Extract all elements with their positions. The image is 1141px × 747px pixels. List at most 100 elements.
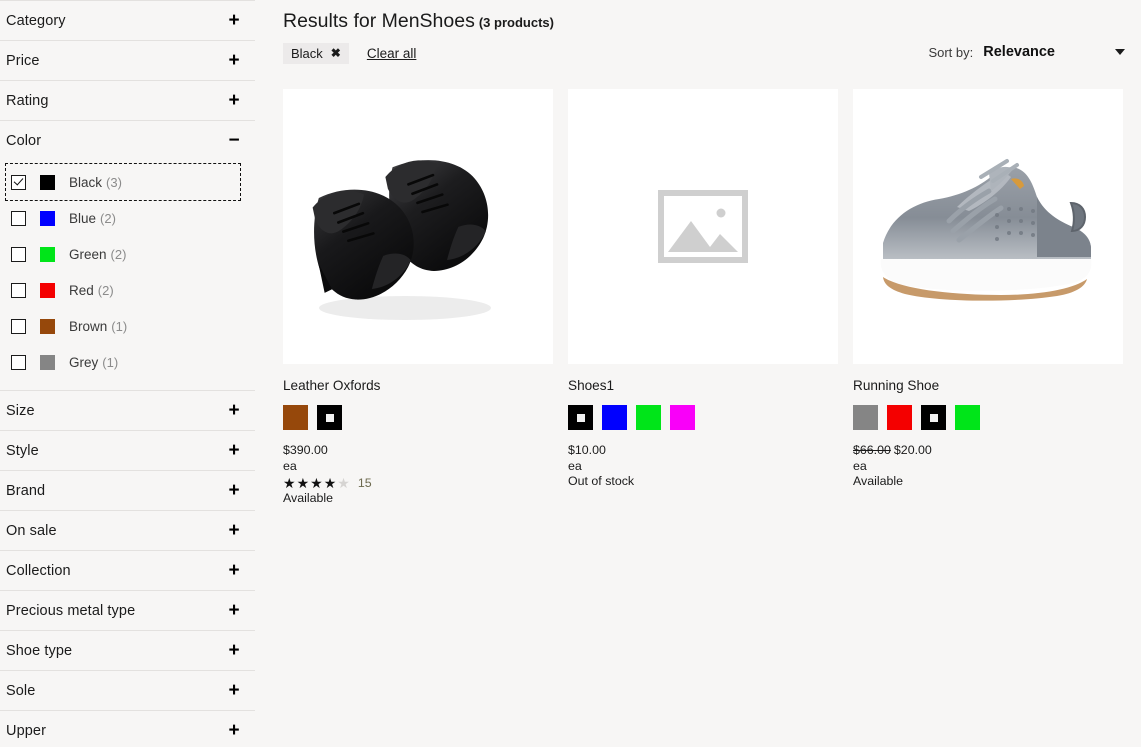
facet-header-on-sale[interactable]: On sale+ bbox=[6, 511, 243, 550]
product-price: $10.00 bbox=[568, 443, 838, 459]
facet-title: Style bbox=[6, 443, 39, 459]
checkbox-black[interactable] bbox=[11, 175, 26, 190]
product-current-price: $20.00 bbox=[894, 443, 932, 457]
checkbox-grey[interactable] bbox=[11, 355, 26, 370]
checkbox-brown[interactable] bbox=[11, 319, 26, 334]
facet-precious-metal-type: Precious metal type + bbox=[0, 590, 255, 630]
facet-title: Size bbox=[6, 403, 35, 419]
product-color-swatch[interactable] bbox=[853, 405, 878, 430]
checkbox-red[interactable] bbox=[11, 283, 26, 298]
expand-plus-icon[interactable]: + bbox=[225, 721, 243, 740]
expand-plus-icon[interactable]: + bbox=[225, 91, 243, 110]
facet-title: Rating bbox=[6, 93, 49, 109]
results-main: Results for MenShoes (3 products) Black✖ C… bbox=[255, 0, 1141, 747]
facet-header-sole[interactable]: Sole+ bbox=[6, 671, 243, 710]
expand-plus-icon[interactable]: + bbox=[225, 51, 243, 70]
product-color-swatches bbox=[283, 405, 553, 430]
page-title: Results for MenShoes bbox=[283, 10, 475, 33]
expand-plus-icon[interactable]: + bbox=[225, 521, 243, 540]
product-color-swatch[interactable] bbox=[955, 405, 980, 430]
facet-header-color[interactable]: Color − bbox=[6, 121, 243, 160]
color-option-count: (2) bbox=[111, 247, 127, 262]
facet-header-category[interactable]: Category+ bbox=[6, 1, 243, 40]
facet-color: Color − Black(3)Blue(2)Green(2) Red (2) Brown… bbox=[0, 120, 255, 390]
product-color-swatch[interactable] bbox=[636, 405, 661, 430]
star-filled-icon: ★ bbox=[310, 476, 323, 490]
product-card[interactable]: Leather Oxfords$390.00ea★★★★★15Available bbox=[283, 89, 553, 507]
expand-plus-icon[interactable]: + bbox=[225, 481, 243, 500]
facet-category: Category+ bbox=[0, 0, 255, 40]
expand-plus-icon[interactable]: + bbox=[225, 601, 243, 620]
product-image[interactable] bbox=[283, 89, 553, 364]
color-option-green[interactable]: Green(2) bbox=[6, 236, 243, 272]
expand-plus-icon[interactable]: + bbox=[225, 561, 243, 580]
facet-title: Price bbox=[6, 53, 40, 69]
product-title[interactable]: Running Shoe bbox=[853, 378, 1123, 393]
color-option-count: (2) bbox=[98, 283, 114, 298]
product-color-swatch[interactable] bbox=[568, 405, 593, 430]
product-image[interactable] bbox=[568, 89, 838, 364]
product-image[interactable] bbox=[853, 89, 1123, 364]
facet-size: Size + bbox=[0, 390, 255, 430]
sort-by-control[interactable]: Sort by: Relevance bbox=[928, 44, 1125, 60]
color-option-count: (1) bbox=[102, 355, 118, 370]
product-availability: Out of stock bbox=[568, 474, 838, 490]
collapse-minus-icon[interactable]: − bbox=[225, 131, 243, 150]
clear-all-link[interactable]: Clear all bbox=[367, 46, 417, 61]
color-option-brown[interactable]: Brown(1) bbox=[6, 308, 243, 344]
expand-plus-icon[interactable]: + bbox=[225, 641, 243, 660]
color-option-grey[interactable]: Grey(1) bbox=[6, 344, 243, 380]
facet-rating: Rating + bbox=[0, 80, 255, 120]
product-original-price: $66.00 bbox=[853, 443, 891, 457]
product-availability: Available bbox=[283, 491, 553, 507]
color-swatch-black bbox=[40, 175, 55, 190]
product-current-price: $390.00 bbox=[283, 443, 328, 457]
product-price: $66.00$20.00 bbox=[853, 443, 1123, 459]
star-filled-icon: ★ bbox=[283, 476, 296, 490]
facet-header-rating[interactable]: Rating + bbox=[6, 81, 243, 120]
filter-sidebar: Category+ Price + Rating + Color − Black(3)Blue… bbox=[0, 0, 255, 747]
chevron-down-icon bbox=[1115, 49, 1125, 55]
expand-plus-icon[interactable]: + bbox=[225, 681, 243, 700]
color-option-red[interactable]: Red (2) bbox=[6, 272, 243, 308]
facet-header-precious-metal-type[interactable]: Precious metal type + bbox=[6, 591, 243, 630]
product-color-swatch[interactable] bbox=[670, 405, 695, 430]
product-title[interactable]: Shoes1 bbox=[568, 378, 838, 393]
facet-header-shoe-type[interactable]: Shoe type+ bbox=[6, 631, 243, 670]
facet-title: Color bbox=[6, 133, 41, 149]
facet-header-collection[interactable]: Collection+ bbox=[6, 551, 243, 590]
facet-header-brand[interactable]: Brand + bbox=[6, 471, 243, 510]
facet-header-upper[interactable]: Upper+ bbox=[6, 711, 243, 747]
active-filter-chip[interactable]: Black✖ bbox=[283, 43, 349, 64]
running-shoe-photo bbox=[861, 147, 1116, 307]
close-icon[interactable]: ✖ bbox=[331, 47, 341, 59]
product-color-swatch[interactable] bbox=[317, 405, 342, 430]
facet-on-sale: On sale+ bbox=[0, 510, 255, 550]
facet-title: Precious metal type bbox=[6, 603, 135, 619]
expand-plus-icon[interactable]: + bbox=[225, 11, 243, 30]
checkbox-blue[interactable] bbox=[11, 211, 26, 226]
product-availability: Available bbox=[853, 474, 1123, 490]
expand-plus-icon[interactable]: + bbox=[225, 441, 243, 460]
product-title[interactable]: Leather Oxfords bbox=[283, 378, 553, 393]
product-card[interactable]: Running Shoe$66.00$20.00eaAvailable bbox=[853, 89, 1123, 507]
facet-collection: Collection+ bbox=[0, 550, 255, 590]
facet-header-style[interactable]: Style + bbox=[6, 431, 243, 470]
color-swatch-green bbox=[40, 247, 55, 262]
product-card[interactable]: Shoes1$10.00eaOut of stock bbox=[568, 89, 838, 507]
facet-header-size[interactable]: Size + bbox=[6, 391, 243, 430]
color-option-black[interactable]: Black(3) bbox=[6, 164, 240, 200]
product-color-swatch[interactable] bbox=[887, 405, 912, 430]
checkbox-green[interactable] bbox=[11, 247, 26, 262]
expand-plus-icon[interactable]: + bbox=[225, 401, 243, 420]
product-grid: Leather Oxfords$390.00ea★★★★★15Available… bbox=[283, 89, 1141, 507]
product-color-swatch[interactable] bbox=[602, 405, 627, 430]
color-option-label: Red bbox=[69, 283, 94, 298]
facet-title: Brand bbox=[6, 483, 45, 499]
color-option-count: (3) bbox=[106, 175, 122, 190]
results-count: (3 products) bbox=[479, 15, 554, 30]
product-color-swatch[interactable] bbox=[283, 405, 308, 430]
product-color-swatch[interactable] bbox=[921, 405, 946, 430]
facet-header-price[interactable]: Price + bbox=[6, 41, 243, 80]
color-option-blue[interactable]: Blue(2) bbox=[6, 200, 243, 236]
